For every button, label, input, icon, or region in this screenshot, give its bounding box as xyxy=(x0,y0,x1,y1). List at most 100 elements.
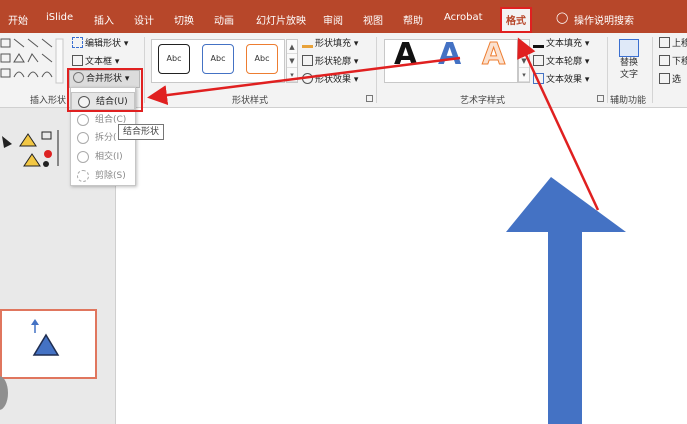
menu-item-union-label: 结合(U) xyxy=(96,97,128,107)
text-box-button[interactable]: 文本框 ▾ xyxy=(72,54,119,70)
bring-forward-icon xyxy=(659,37,670,48)
shape-style-scroll[interactable]: ▲ ▼ ▾ xyxy=(286,39,298,83)
alt-text-icon xyxy=(619,39,639,57)
group-label-wordart: 艺术字样式 xyxy=(460,96,506,106)
tab-insert[interactable]: 插入 xyxy=(94,12,114,27)
shape-outline-icon xyxy=(302,55,313,66)
group-separator xyxy=(607,37,608,103)
thumbnail-content xyxy=(31,319,60,356)
edit-shape-button[interactable]: 编辑形状 ▾ xyxy=(72,36,128,52)
menu-item-intersect-label: 相交(I) xyxy=(95,152,123,162)
menu-item-union[interactable]: 结合(U) xyxy=(71,92,135,110)
shape-gallery[interactable] xyxy=(0,37,64,87)
union-icon xyxy=(78,96,90,108)
wordart-scroll[interactable]: ▲ ▼ ▾ xyxy=(518,39,530,83)
group-label-insert-shapes: 插入形状 xyxy=(30,96,67,106)
intersect-icon xyxy=(77,151,89,163)
menu-item-intersect[interactable]: 相交(I) xyxy=(71,148,135,166)
group-label-shape-styles: 形状样式 xyxy=(232,96,269,106)
tab-review[interactable]: 审阅 xyxy=(323,12,343,27)
current-slide-thumbnail[interactable] xyxy=(0,309,97,379)
menu-item-subtract-label: 剪除(S) xyxy=(95,171,126,181)
tab-islide[interactable]: iSlide xyxy=(46,12,73,23)
scroll-down-icon[interactable]: ▼ xyxy=(519,54,529,68)
slide-canvas[interactable] xyxy=(116,108,687,424)
group-label-accessibility: 辅助功能 xyxy=(610,96,647,106)
edit-shape-label: 编辑形状 xyxy=(85,39,122,49)
up-arrow-shape xyxy=(506,177,626,424)
tab-slideshow[interactable]: 幻灯片放映 xyxy=(256,12,306,27)
shape-fill-label: 形状填充 xyxy=(315,39,352,49)
subtract-icon xyxy=(77,170,89,182)
tab-design[interactable]: 设计 xyxy=(134,12,154,27)
shape-outline-button[interactable]: 形状轮廓 ▾ xyxy=(302,54,358,70)
text-effects-label: 文本效果 xyxy=(546,75,583,85)
send-backward-icon xyxy=(659,55,670,66)
scroll-down-icon[interactable]: ▼ xyxy=(287,54,297,68)
selection-pane-label: 选 xyxy=(672,75,682,85)
slide-content xyxy=(506,177,626,424)
selection-pane-button[interactable]: 选 xyxy=(659,72,681,88)
shape-effects-button[interactable]: 形状效果 ▾ xyxy=(302,72,358,88)
shape-style-sample-3[interactable]: Abc xyxy=(246,44,278,74)
text-box-label: 文本框 xyxy=(85,57,113,67)
text-box-icon xyxy=(72,55,83,66)
shape-fill-button[interactable]: 形状填充 ▾ xyxy=(302,36,358,52)
send-backward-button[interactable]: 下移 xyxy=(659,54,687,70)
merge-shapes-button[interactable]: 合并形状 ▾ xyxy=(69,70,140,88)
combine-icon xyxy=(77,114,89,126)
tab-format[interactable]: 格式 xyxy=(500,7,532,33)
send-backward-label: 下移 xyxy=(672,57,687,67)
alt-text-button[interactable]: 替换 文字 xyxy=(613,37,645,91)
scroll-up-icon[interactable]: ▲ xyxy=(519,40,529,54)
shape-outline-label: 形状轮廓 xyxy=(315,57,352,67)
bring-forward-button[interactable]: 上移 xyxy=(659,36,687,52)
text-outline-label: 文本轮廓 xyxy=(546,57,583,67)
fragment-icon xyxy=(77,132,89,144)
shape-gallery-icons xyxy=(0,38,64,84)
text-fill-button[interactable]: 文本填充 ▾ xyxy=(533,36,589,52)
group-separator xyxy=(144,37,145,103)
shape-fill-icon xyxy=(302,37,313,48)
wordart-sample-3[interactable]: A xyxy=(481,37,505,73)
union-tooltip: 结合形状 xyxy=(118,124,165,140)
menu-item-fragment-label: 拆分( xyxy=(95,133,117,143)
tell-me-search[interactable]: 操作说明搜索 xyxy=(574,12,634,27)
group-separator xyxy=(376,37,377,103)
tab-transitions[interactable]: 切换 xyxy=(174,12,194,27)
edit-shape-icon xyxy=(72,37,83,48)
wordart-sample-2[interactable]: A xyxy=(438,37,461,73)
merge-shapes-icon xyxy=(73,72,84,83)
alt-text-label-1: 替换 xyxy=(619,58,638,68)
scroll-up-icon[interactable]: ▲ xyxy=(287,40,297,54)
tab-acrobat[interactable]: Acrobat xyxy=(444,12,483,23)
pane-scroll-handle[interactable] xyxy=(0,376,8,410)
text-outline-icon xyxy=(533,55,544,66)
more-icon[interactable]: ▾ xyxy=(519,68,529,82)
dialog-launcher-icon[interactable] xyxy=(597,95,604,102)
menu-item-subtract[interactable]: 剪除(S) xyxy=(71,167,135,185)
text-effects-icon xyxy=(533,73,544,84)
shape-style-sample-1[interactable]: Abc xyxy=(158,44,190,74)
tab-view[interactable]: 视图 xyxy=(363,12,383,27)
tab-animations[interactable]: 动画 xyxy=(214,12,234,27)
merge-shapes-label: 合并形状 xyxy=(86,74,123,84)
lightbulb-icon: ◯ xyxy=(556,11,569,24)
wordart-sample-1[interactable]: A xyxy=(394,37,417,73)
shape-effects-icon xyxy=(302,73,313,84)
tab-home[interactable]: 开始 xyxy=(8,12,28,27)
selection-pane-icon xyxy=(659,73,670,84)
text-outline-button[interactable]: 文本轮廓 ▾ xyxy=(533,54,589,70)
shape-effects-label: 形状效果 xyxy=(315,75,352,85)
group-separator xyxy=(652,37,653,103)
text-fill-icon xyxy=(533,37,544,48)
bring-forward-label: 上移 xyxy=(672,39,687,49)
tab-help[interactable]: 帮助 xyxy=(403,12,423,27)
previous-slide-thumbnail[interactable] xyxy=(0,126,70,186)
text-effects-button[interactable]: 文本效果 ▾ xyxy=(533,72,589,88)
dialog-launcher-icon[interactable] xyxy=(366,95,373,102)
more-icon[interactable]: ▾ xyxy=(287,68,297,82)
alt-text-label-2: 文字 xyxy=(619,70,638,80)
text-fill-label: 文本填充 xyxy=(546,39,583,49)
shape-style-sample-2[interactable]: Abc xyxy=(202,44,234,74)
